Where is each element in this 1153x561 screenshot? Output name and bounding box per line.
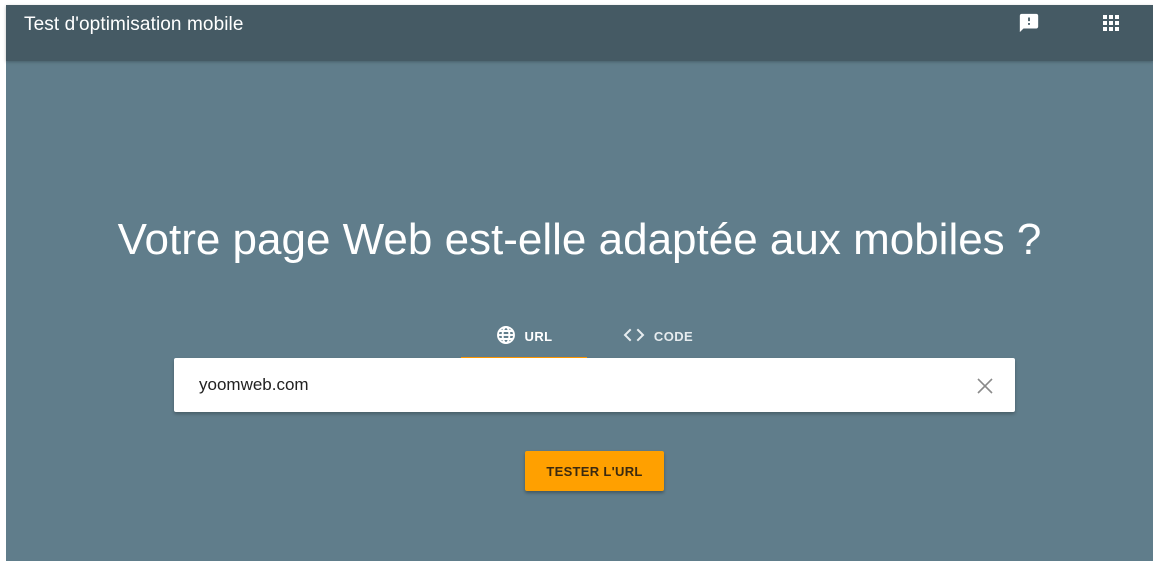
- page-headline: Votre page Web est-elle adaptée aux mobi…: [117, 215, 1042, 264]
- code-icon: [623, 328, 645, 345]
- apps-grid-icon[interactable]: [1101, 13, 1121, 33]
- top-app-bar: Test d'optimisation mobile: [6, 5, 1153, 61]
- page-frame: Test d'optimisation mobile Votre page We…: [6, 5, 1153, 561]
- globe-icon: [496, 325, 516, 348]
- tab-code-label: CODE: [653, 328, 694, 344]
- test-url-button[interactable]: TESTER L'URL: [525, 451, 664, 491]
- tab-code[interactable]: CODE: [608, 316, 708, 356]
- app-title: Test d'optimisation mobile: [24, 14, 244, 35]
- tab-url[interactable]: URL: [461, 316, 587, 360]
- feedback-icon[interactable]: [1018, 12, 1040, 34]
- url-input[interactable]: [174, 358, 954, 412]
- close-icon[interactable]: [974, 375, 996, 397]
- url-input-container: [174, 358, 1015, 412]
- tab-url-label: URL: [524, 328, 553, 344]
